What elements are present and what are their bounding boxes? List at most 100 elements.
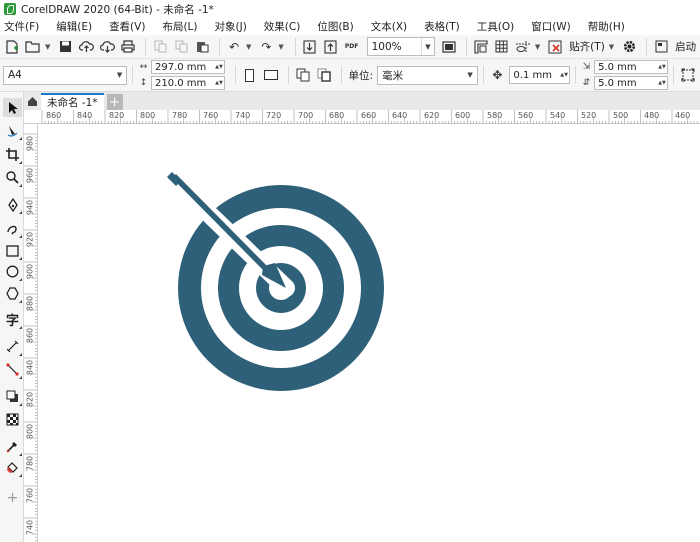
show-grid-icon[interactable] xyxy=(493,37,511,56)
redo-icon[interactable]: ↷ xyxy=(257,37,275,56)
toolbar-separator xyxy=(482,66,484,84)
launch-label[interactable]: 启动 xyxy=(675,39,696,54)
menu-text[interactable]: 文本(X) xyxy=(371,19,407,34)
vertical-ruler[interactable]: 980 960 940 920 900 880 860 840 820 800 … xyxy=(24,124,38,542)
duplicate-x-field[interactable]: 5.0 mm ▲▼ xyxy=(594,60,669,74)
rectangle-tool-icon[interactable] xyxy=(3,241,22,260)
vruler-label: 780 xyxy=(25,455,35,472)
zoom-chevron-down-icon[interactable]: ▼ xyxy=(421,38,434,55)
menu-edit[interactable]: 编辑(E) xyxy=(56,19,92,34)
text-tool-icon[interactable]: 字 xyxy=(3,310,22,329)
transparency-tool-icon[interactable] xyxy=(3,410,22,429)
ellipse-tool-icon[interactable] xyxy=(3,262,22,281)
page-size-combo[interactable]: A4 ▼ xyxy=(3,65,128,85)
horizontal-ruler[interactable]: 860 840 820 800 780 760 740 720 700 680 … xyxy=(24,110,700,124)
menu-file[interactable]: 文件(F) xyxy=(4,19,39,34)
page-width-field[interactable]: 297.0 mm ▲▼ xyxy=(150,60,225,74)
import-icon[interactable] xyxy=(301,37,319,56)
toolbar-separator xyxy=(294,37,296,56)
target-with-arrow-artwork[interactable] xyxy=(39,125,700,542)
duplicate-y-spinner-icon[interactable]: ▲▼ xyxy=(657,77,667,89)
full-screen-icon[interactable] xyxy=(440,37,458,56)
units-combo[interactable]: 毫米 ▼ xyxy=(377,65,478,85)
nudge-distance-field[interactable]: 0.1 mm ▲▼ xyxy=(509,66,571,84)
shape-tool-icon[interactable] xyxy=(3,121,22,140)
menu-tools[interactable]: 工具(O) xyxy=(477,19,514,34)
bleed-frame-icon[interactable] xyxy=(679,66,697,85)
undo-icon[interactable]: ↶ xyxy=(225,37,243,56)
home-icon[interactable] xyxy=(24,93,41,110)
open-dropdown-chevron-icon[interactable]: ▼ xyxy=(45,43,50,51)
interactive-fill-tool-icon[interactable] xyxy=(3,458,22,477)
zoom-tool-icon[interactable] xyxy=(3,168,22,187)
menu-object[interactable]: 对象(J) xyxy=(215,19,247,34)
undo-dropdown-chevron-icon[interactable]: ▼ xyxy=(246,43,251,51)
toolbar-separator xyxy=(145,37,147,56)
launch-icon[interactable] xyxy=(652,37,670,56)
width-icon: ↔ xyxy=(139,62,148,72)
show-guidelines-icon[interactable] xyxy=(514,37,532,56)
menu-window[interactable]: 窗口(W) xyxy=(531,19,571,34)
crop-tool-icon[interactable] xyxy=(3,145,22,164)
units-value: 毫米 xyxy=(382,69,404,82)
units-chevron-down-icon[interactable]: ▼ xyxy=(464,67,477,84)
menu-layout[interactable]: 布局(L) xyxy=(162,19,197,34)
page-size-chevron-down-icon[interactable]: ▼ xyxy=(113,67,126,84)
eyedropper-tool-icon[interactable] xyxy=(3,437,22,456)
duplicate-distance: ⇲ 5.0 mm ▲▼ ⇵ 5.0 mm ▲▼ xyxy=(581,60,669,90)
snap-off-icon[interactable] xyxy=(546,37,564,56)
paste-icon[interactable] xyxy=(193,37,211,56)
current-page-icon[interactable] xyxy=(315,66,333,85)
page-height-field[interactable]: 210.0 mm ▲▼ xyxy=(150,76,225,90)
duplicate-x-row: ⇲ 5.0 mm ▲▼ xyxy=(581,60,669,74)
cloud-download-icon[interactable] xyxy=(98,37,116,56)
snap-to-label[interactable]: 贴齐(T) xyxy=(569,39,605,54)
nudge-spinner-icon[interactable]: ▲▼ xyxy=(559,69,569,81)
menu-bitmaps[interactable]: 位图(B) xyxy=(317,19,353,34)
polygon-tool-icon[interactable] xyxy=(3,284,22,303)
snap-to-chevron-down-icon[interactable]: ▼ xyxy=(609,43,614,51)
guidelines-dropdown-chevron-icon[interactable]: ▼ xyxy=(535,43,540,51)
redo-dropdown-chevron-icon[interactable]: ▼ xyxy=(278,43,283,51)
pick-tool-icon[interactable] xyxy=(3,98,22,117)
menu-effects[interactable]: 效果(C) xyxy=(264,19,301,34)
duplicate-y-field[interactable]: 5.0 mm ▲▼ xyxy=(594,76,669,90)
options-gear-icon[interactable] xyxy=(620,37,638,56)
publish-pdf-icon[interactable]: PDF xyxy=(343,37,361,56)
add-tool-plus-icon[interactable]: + xyxy=(3,488,22,507)
cloud-upload-icon[interactable] xyxy=(77,37,95,56)
copy-icon[interactable] xyxy=(172,37,190,56)
duplicate-x-icon: ⇲ xyxy=(582,62,591,72)
export-icon[interactable] xyxy=(322,37,340,56)
vruler-label: 740 xyxy=(25,519,35,536)
standard-toolbar: ▼ ↶ ▼ ↷ ▼ PDF 100% ▼ ▼ 贴齐(T) ▼ 启动 xyxy=(0,35,700,59)
hruler-label: 480 xyxy=(644,111,660,120)
tab-document-label: 未命名 -1* xyxy=(47,97,98,109)
new-document-icon[interactable] xyxy=(3,37,21,56)
portrait-orientation-icon[interactable] xyxy=(241,66,259,85)
cut-icon[interactable] xyxy=(151,37,169,56)
save-icon[interactable] xyxy=(56,37,74,56)
zoom-level-combo[interactable]: 100% ▼ xyxy=(366,37,435,56)
landscape-orientation-icon[interactable] xyxy=(262,66,280,85)
new-tab-plus-icon[interactable]: + xyxy=(106,94,123,110)
open-folder-icon[interactable] xyxy=(24,37,42,56)
menu-table[interactable]: 表格(T) xyxy=(424,19,460,34)
freehand-tool-icon[interactable] xyxy=(3,195,22,214)
drop-shadow-tool-icon[interactable] xyxy=(3,387,22,406)
page-width-spinner-icon[interactable]: ▲▼ xyxy=(214,61,224,73)
tab-document[interactable]: 未命名 -1* xyxy=(41,93,104,110)
artistic-media-tool-icon[interactable] xyxy=(3,219,22,238)
document-tab-bar: 未命名 -1* + xyxy=(24,92,700,110)
menu-help[interactable]: 帮助(H) xyxy=(588,19,625,34)
all-pages-icon[interactable] xyxy=(294,66,312,85)
print-icon[interactable] xyxy=(119,37,137,56)
duplicate-x-spinner-icon[interactable]: ▲▼ xyxy=(657,61,667,73)
connector-tool-icon[interactable] xyxy=(3,360,22,379)
drawing-canvas[interactable] xyxy=(39,125,700,542)
show-rulers-icon[interactable] xyxy=(472,37,490,56)
parallel-dimension-tool-icon[interactable] xyxy=(3,337,22,356)
menu-view[interactable]: 查看(V) xyxy=(109,19,145,34)
page-height-spinner-icon[interactable]: ▲▼ xyxy=(214,77,224,89)
height-icon: ↕ xyxy=(139,78,148,88)
